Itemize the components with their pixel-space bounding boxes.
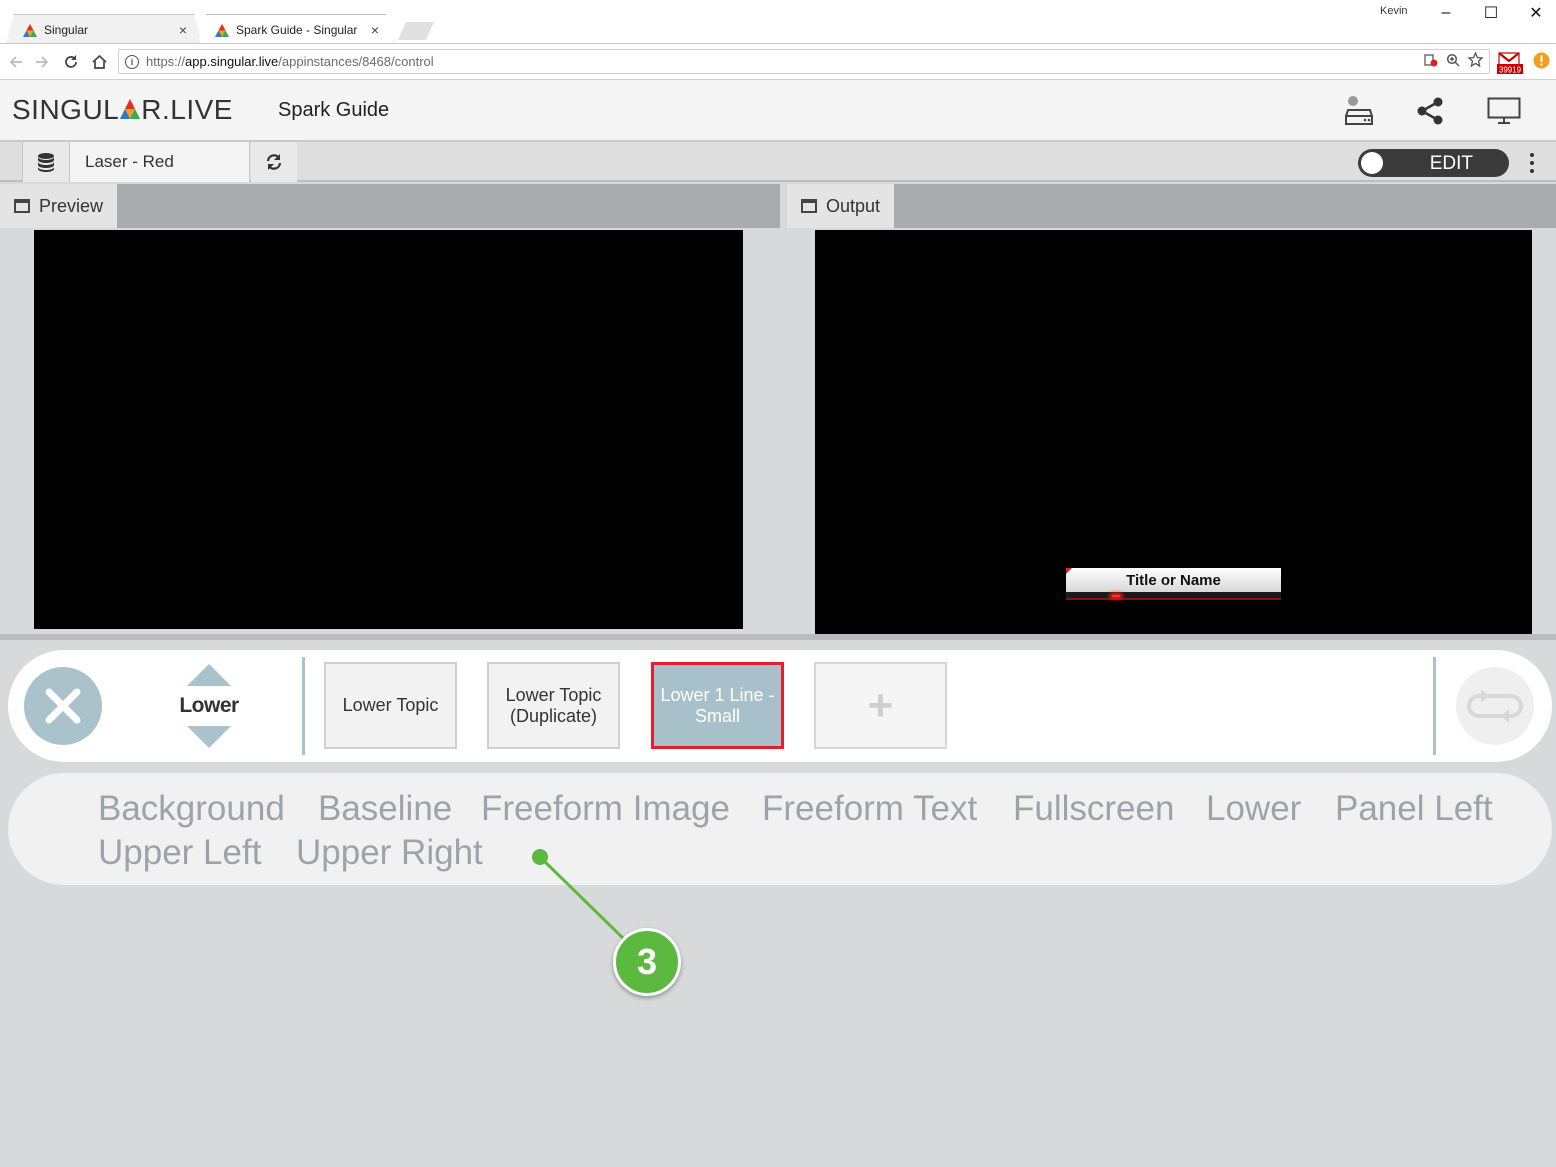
callout-badge: 3 [613, 928, 681, 996]
callout-pointer [532, 849, 629, 944]
